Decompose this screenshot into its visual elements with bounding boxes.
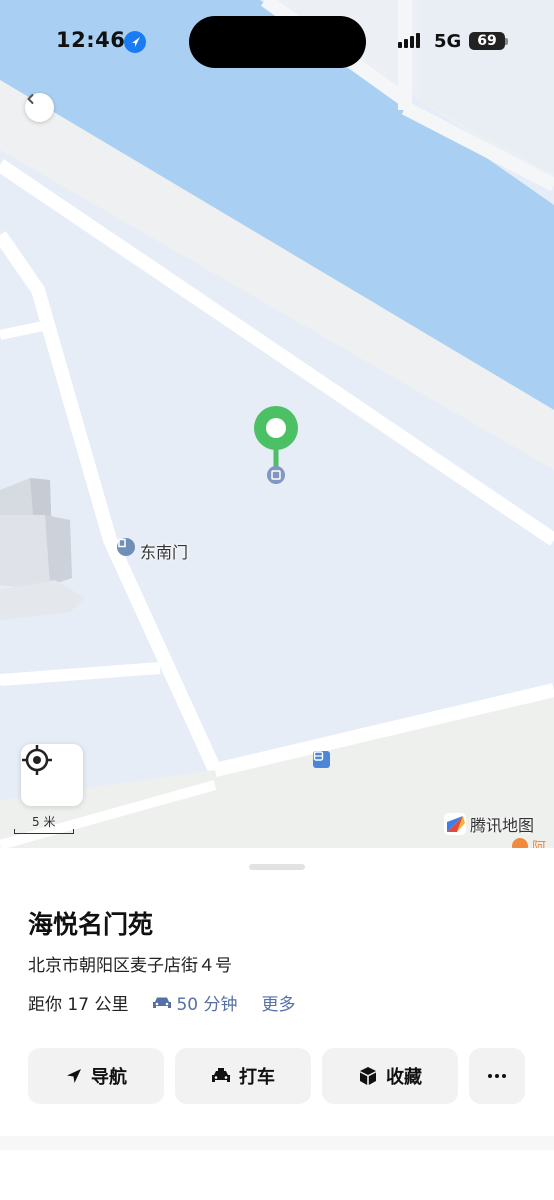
scale-label: 5 米 [32,815,56,829]
drive-duration[interactable]: 50 分钟 [176,990,237,1015]
more-actions-button[interactable] [469,1048,525,1104]
route-info-row: 距你 17 公里 50 分钟 更多 [28,990,296,1015]
footer-strip [0,1136,554,1150]
taxi-label: 打车 [239,1067,275,1088]
gate-poi-icon[interactable] [117,538,135,556]
scale-bar [14,829,74,834]
edge-poi-icon[interactable] [512,838,528,848]
edge-poi-label[interactable]: 阿 [532,837,546,848]
signal-icon [398,33,420,48]
favorite-label: 收藏 [386,1067,422,1088]
dynamic-island [189,16,366,68]
location-pin-icon[interactable] [253,405,299,485]
back-button[interactable] [25,93,54,122]
status-time: 12:46 [56,28,126,52]
taxi-button[interactable]: 打车 [175,1048,311,1104]
map-brand: 腾讯地图 [444,812,534,836]
box-icon [360,1067,376,1085]
tencent-map-logo-icon [444,813,466,835]
crosshair-icon [22,745,52,775]
navigate-button[interactable]: 导航 [28,1048,164,1104]
action-bar: 导航 打车 收藏 [28,1048,528,1104]
place-name: 海悦名门苑 [28,910,154,939]
ellipsis-icon [488,1074,506,1078]
status-bar: 12:46 5G 69 [0,0,554,84]
bus-stop-icon[interactable] [313,751,330,768]
chevron-left-icon [27,94,34,104]
navigation-arrow-icon [67,1069,81,1083]
favorite-button[interactable]: 收藏 [322,1048,458,1104]
sheet-drag-handle[interactable] [249,864,305,870]
taxi-icon [212,1068,230,1082]
network-type: 5G [434,31,462,52]
location-arrow-icon [124,31,146,53]
distance-text: 距你 17 公里 [28,995,129,1015]
map-view[interactable]: 12:46 5G 69 东南门 5 米 腾讯地图 阿 [0,0,554,848]
battery-level: 69 [469,32,505,50]
navigate-label: 导航 [91,1067,127,1088]
locate-me-button[interactable] [21,744,83,806]
more-link[interactable]: 更多 [262,990,296,1015]
place-detail-sheet: 海悦名门苑 北京市朝阳区麦子店街４号 距你 17 公里 50 分钟 更多 导航 … [0,848,554,1200]
place-address: 北京市朝阳区麦子店街４号 [28,956,232,976]
brand-label: 腾讯地图 [470,816,535,835]
car-icon [153,997,172,1008]
poi-label[interactable]: 东南门 [140,539,188,563]
battery-tip [505,38,508,45]
